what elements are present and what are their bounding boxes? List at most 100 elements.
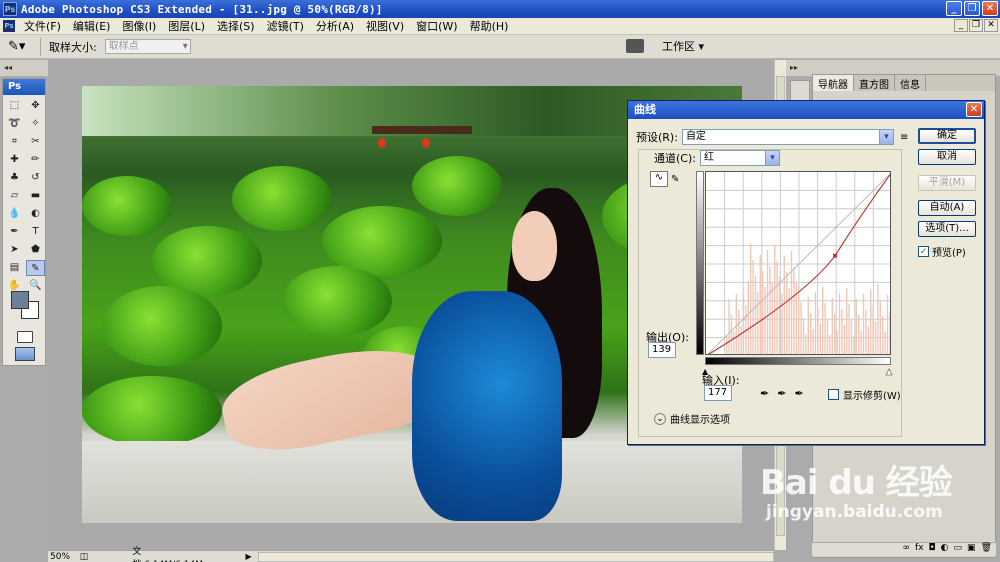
gray-eyedropper-icon[interactable]: ✒ — [777, 387, 786, 400]
curve-edit-tool-icon[interactable]: ∿ — [650, 171, 668, 187]
menu-edit[interactable]: 编辑(E) — [67, 18, 117, 34]
tab-navigator[interactable]: 导航器 — [813, 75, 854, 91]
gradient-tool-icon[interactable]: ▬ — [26, 188, 45, 204]
white-eyedropper-icon[interactable]: ✒ — [794, 387, 803, 400]
foreground-color-swatch[interactable] — [11, 291, 29, 309]
type-tool-icon[interactable]: T — [26, 224, 45, 240]
eyedropper-tool-preset-icon[interactable]: ✎▾ — [8, 38, 34, 56]
ok-button[interactable]: 确定 — [918, 128, 976, 144]
histogram-bar — [848, 304, 850, 354]
screen-mode-icon[interactable] — [15, 347, 35, 361]
doc-minimize-button[interactable]: _ — [954, 19, 968, 32]
auto-button[interactable]: 自动(A) — [918, 200, 976, 216]
tab-histogram[interactable]: 直方图 — [854, 75, 895, 91]
histogram-bar — [750, 244, 752, 354]
marquee-tool-icon[interactable]: ⬚ — [5, 98, 24, 114]
document-icon[interactable]: Ps — [3, 20, 15, 32]
move-tool-icon[interactable]: ✥ — [26, 98, 45, 114]
history-brush-tool-icon[interactable]: ↺ — [26, 170, 45, 186]
healing-brush-tool-icon[interactable]: ✚ — [5, 152, 24, 168]
status-icon[interactable]: ◫ — [80, 552, 89, 562]
lasso-tool-icon[interactable]: ➰ — [5, 116, 24, 132]
preset-menu-icon[interactable]: ≡ — [900, 132, 908, 143]
show-clipping-checkbox[interactable] — [828, 389, 839, 400]
image-pavilion — [372, 126, 472, 156]
new-layer-icon[interactable]: ▣ — [967, 543, 976, 556]
notes-tool-icon[interactable]: ▤ — [5, 260, 24, 276]
menu-analysis[interactable]: 分析(A) — [310, 18, 360, 34]
crop-tool-icon[interactable]: ⌗ — [5, 134, 24, 150]
image-blue-dress — [412, 291, 562, 521]
doc-restore-button[interactable]: ❐ — [969, 19, 983, 32]
horizontal-scrollbar[interactable] — [257, 551, 775, 562]
histogram-bar — [759, 255, 761, 354]
layer-mask-icon[interactable]: ◘ — [929, 543, 936, 556]
path-selection-tool-icon[interactable]: ➤ — [5, 242, 24, 258]
slice-tool-icon[interactable]: ✂ — [26, 134, 45, 150]
pencil-tool-icon[interactable]: ✎ — [671, 174, 679, 185]
delete-layer-icon[interactable]: 🗑 — [981, 543, 992, 556]
histogram-bar — [841, 309, 843, 354]
pen-tool-icon[interactable]: ✒ — [5, 224, 24, 240]
histogram-bar — [747, 281, 749, 354]
smooth-button[interactable]: 平滑(M) — [918, 175, 976, 191]
new-group-icon[interactable]: ▭ — [954, 543, 963, 556]
workspace-button[interactable]: 工作区 ▾ — [662, 38, 704, 54]
menu-view[interactable]: 视图(V) — [360, 18, 410, 34]
menu-help[interactable]: 帮助(H) — [464, 18, 515, 34]
preset-select[interactable]: 自定 ▾ — [681, 129, 894, 145]
clone-stamp-tool-icon[interactable]: ♣ — [5, 170, 24, 186]
menu-select[interactable]: 选择(S) — [211, 18, 261, 34]
toolbox-collapse-strip[interactable]: ◂◂ — [0, 60, 48, 76]
input-field[interactable]: 177 — [704, 385, 732, 401]
channel-select[interactable]: 红 ▾ — [699, 150, 780, 166]
cancel-button[interactable]: 取消 — [918, 149, 976, 165]
layer-style-icon[interactable]: fx — [915, 543, 924, 556]
shape-tool-icon[interactable]: ⬟ — [26, 242, 45, 258]
options-button[interactable]: 选项(T)... — [918, 221, 976, 237]
ps-logo: Ps — [3, 79, 45, 95]
expand-options-icon[interactable]: ⌄ — [654, 412, 666, 425]
output-field[interactable]: 139 — [648, 342, 676, 358]
magic-wand-tool-icon[interactable]: ✧ — [26, 116, 45, 132]
link-layers-icon[interactable]: ∞ — [903, 543, 911, 556]
preview-checkbox[interactable]: ✓ — [918, 246, 929, 257]
menu-layer[interactable]: 图层(L) — [162, 18, 211, 34]
brush-tool-icon[interactable]: ✏ — [26, 152, 45, 168]
restore-button[interactable]: ❐ — [964, 1, 980, 16]
camera-icon[interactable] — [625, 39, 644, 53]
curves-dialog: 曲线 ✕ 预设(R): 自定 ▾ ≡ 通道(C): 红 ▾ ∿ ✎ ▲ ▲ 输出(O… — [627, 100, 985, 445]
zoom-level[interactable]: 50% — [48, 552, 80, 562]
tab-info[interactable]: 信息 — [895, 75, 926, 91]
adjustment-layer-icon[interactable]: ◐ — [941, 543, 949, 556]
menu-filter[interactable]: 滤镜(T) — [261, 18, 310, 34]
close-button[interactable]: ✕ — [982, 1, 998, 16]
histogram-bar — [829, 335, 831, 354]
menu-window[interactable]: 窗口(W) — [410, 18, 463, 34]
show-clipping-label: 显示修剪(W) — [843, 391, 901, 402]
quick-mask-icon[interactable] — [17, 331, 33, 343]
dialog-close-button[interactable]: ✕ — [966, 102, 982, 117]
white-point-slider-icon[interactable]: ▲ — [886, 367, 893, 377]
histogram-bar — [879, 300, 881, 354]
blur-tool-icon[interactable]: 💧 — [5, 206, 24, 222]
output-gradient-bar — [696, 171, 704, 355]
eraser-tool-icon[interactable]: ▱ — [5, 188, 24, 204]
curve-control-point[interactable] — [833, 253, 838, 258]
histogram-bar — [728, 299, 730, 354]
menu-file[interactable]: 文件(F) — [18, 18, 67, 34]
image-face — [512, 211, 557, 281]
black-eyedropper-icon[interactable]: ✒ — [760, 387, 769, 400]
dodge-tool-icon[interactable]: ◐ — [26, 206, 45, 222]
curves-graph[interactable] — [705, 171, 891, 355]
sample-size-select[interactable]: 取样点 — [104, 39, 191, 54]
preset-label: 预设(R): — [636, 131, 678, 144]
status-menu-arrow-icon[interactable]: ▶ — [245, 552, 251, 561]
histogram-bar — [858, 315, 860, 354]
minimize-button[interactable]: _ — [946, 1, 962, 16]
histogram-bar — [860, 331, 862, 354]
menu-image[interactable]: 图像(I) — [116, 18, 162, 34]
histogram-bar — [819, 324, 821, 354]
doc-close-button[interactable]: ✕ — [984, 19, 998, 32]
eyedropper-tool-icon[interactable]: ✎ — [26, 260, 45, 276]
